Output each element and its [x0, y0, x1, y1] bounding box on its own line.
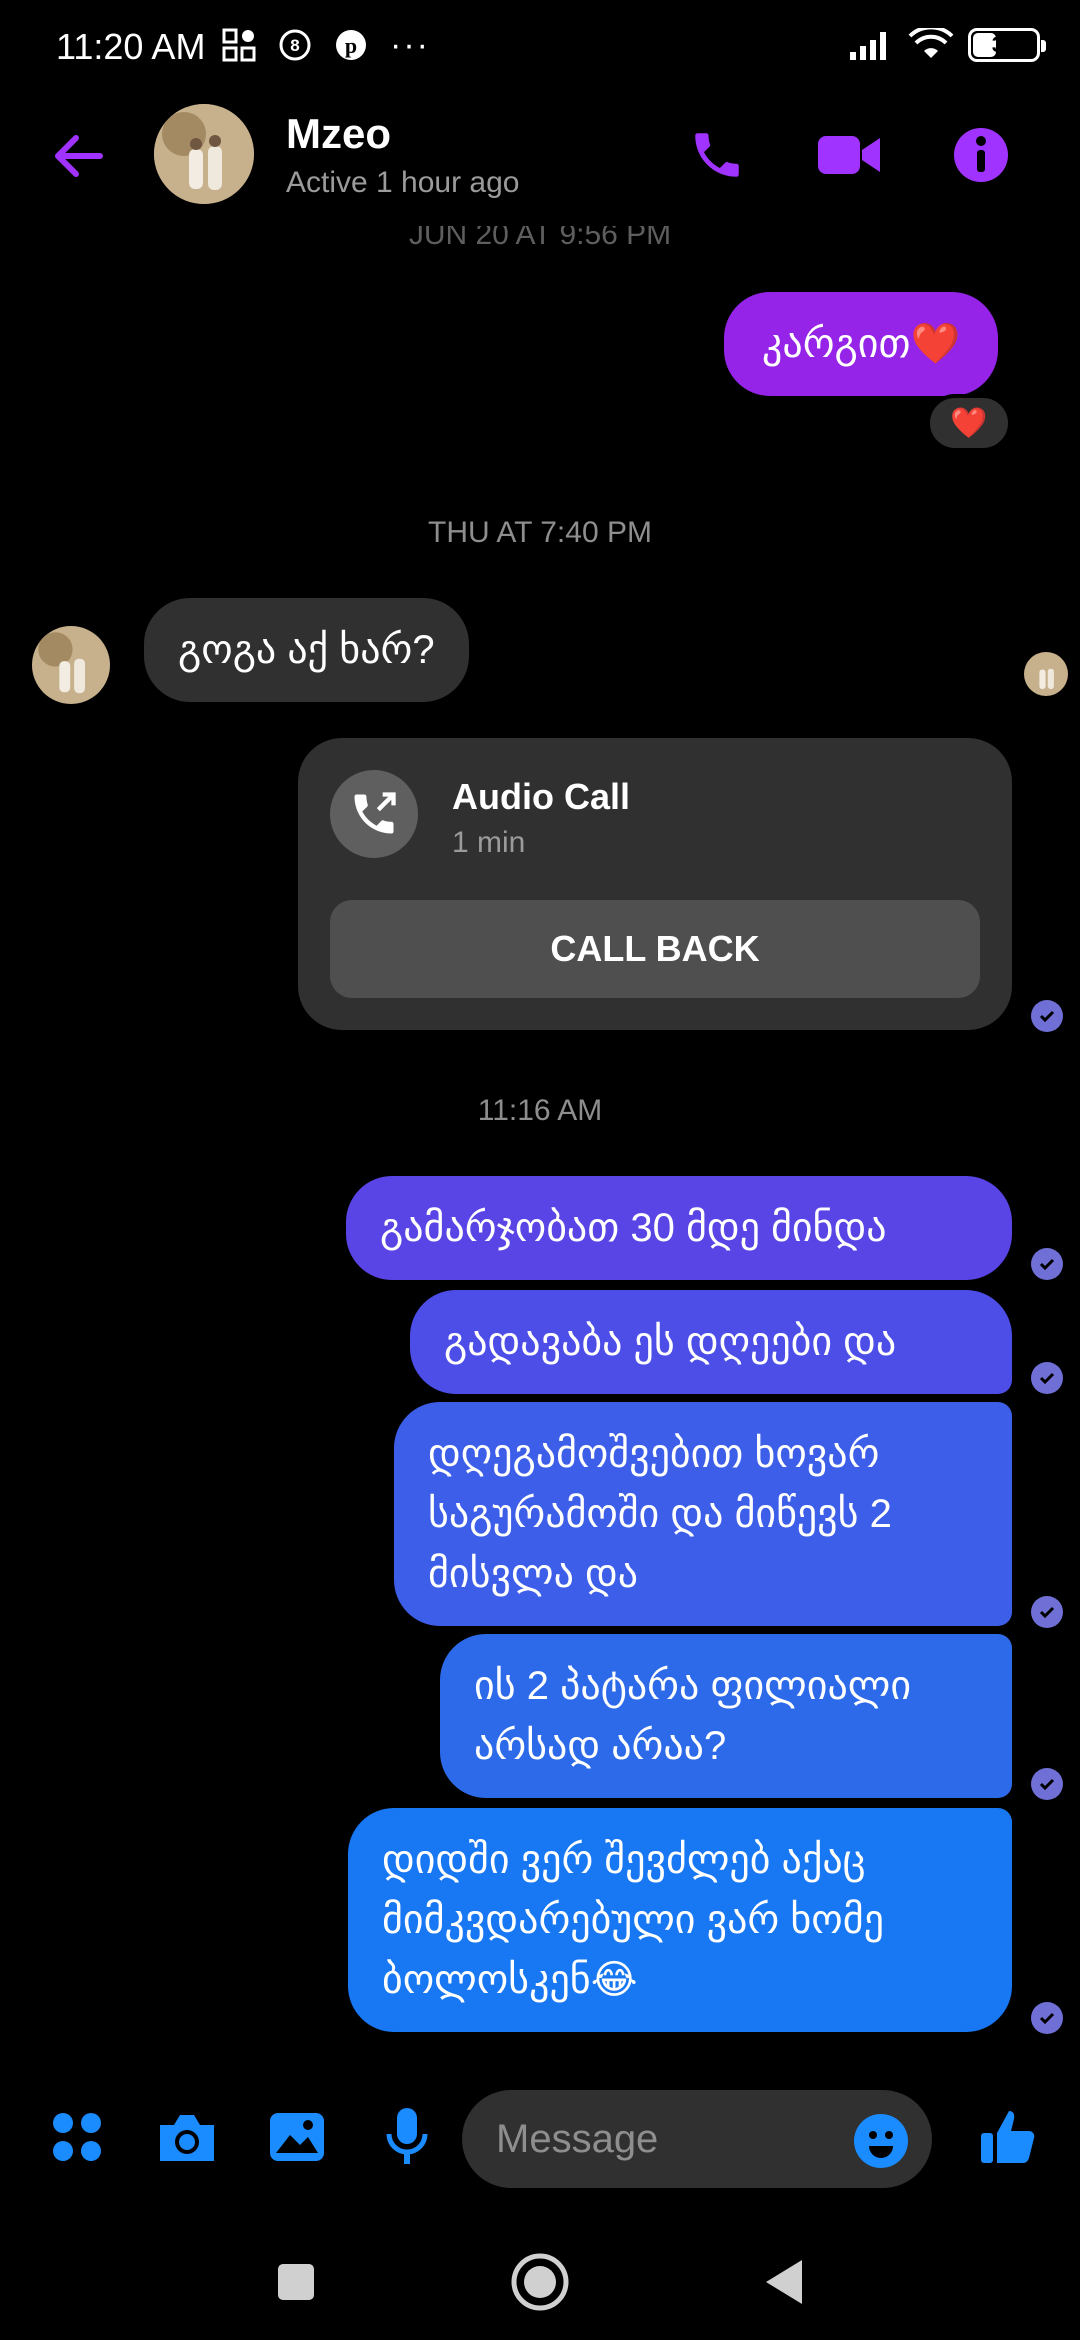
back-nav-button[interactable] [752, 2250, 816, 2314]
thumbs-up-icon [981, 2111, 1035, 2163]
camera-button[interactable] [154, 2104, 220, 2170]
outgoing-message[interactable]: დღეგამოშვებით ხოვარ საგურამოში და მიწევს… [394, 1402, 1012, 1626]
sent-check-icon [1031, 1768, 1063, 1800]
outgoing-message[interactable]: დიდში ვერ შევძლებ აქაც მიმკვდარებული ვარ… [348, 1808, 1012, 2032]
gallery-button[interactable] [264, 2104, 330, 2170]
status-system-icons: 37 [848, 28, 1046, 62]
chat-header: Mzeo Active 1 hour ago [0, 96, 1080, 226]
pinterest-icon: p [336, 30, 366, 60]
svg-text:p: p [345, 33, 357, 58]
status-notification-icons: 8 p ··· [222, 28, 430, 62]
image-icon [270, 2113, 324, 2161]
message-text-line: დღეგამოშვებით ხოვარ [428, 1432, 880, 1476]
phone-icon [695, 133, 739, 177]
audio-call-button[interactable] [682, 120, 752, 190]
message-text-line: მიმკვდარებული ვარ ხომე [382, 1898, 884, 1942]
call-outgoing-icon [330, 770, 418, 858]
sent-check-icon [1031, 1000, 1063, 1032]
call-back-button[interactable]: CALL BACK [330, 900, 980, 998]
four-dots-icon [53, 2113, 101, 2161]
outgoing-message[interactable]: ის 2 პატარა ფილიალი არსად არაა? [440, 1634, 1012, 1798]
message-composer [0, 2080, 1080, 2200]
more-actions-button[interactable] [44, 2104, 110, 2170]
sent-check-icon [1031, 1248, 1063, 1280]
square-icon [278, 2264, 314, 2300]
smiley-icon [855, 2115, 907, 2167]
contact-avatar[interactable] [154, 104, 254, 204]
message-text-line: საგურამოში და მიწევს 2 [428, 1492, 892, 1536]
more-dots-icon: ··· [390, 26, 430, 64]
avatar-photo-icon [154, 104, 254, 204]
message-text: კარგით❤️ [762, 322, 961, 366]
emoji-button[interactable] [854, 2114, 908, 2168]
avatar-photo-icon [1024, 652, 1068, 696]
outgoing-message[interactable]: კარგით❤️ [724, 292, 999, 396]
sent-check-icon [1031, 2002, 1063, 2034]
signal-icon [850, 32, 886, 60]
outgoing-message[interactable]: გამარჯობათ 30 მდე მინდა [346, 1176, 1012, 1280]
home-circle-icon [511, 2253, 569, 2311]
microphone-icon [386, 2108, 428, 2164]
status-bar: 11:20 AM 8 p ··· 37 [0, 0, 1080, 96]
contact-active-status: Active 1 hour ago [286, 166, 520, 199]
apps-grid-icon [222, 28, 256, 62]
system-nav-bar [0, 2220, 1080, 2340]
back-button[interactable] [48, 126, 108, 186]
message-text-line: ბოლოსკენ😂 [382, 1958, 638, 2002]
message-text: გადავაბა ეს დღეები და [444, 1320, 897, 1364]
video-camera-icon [818, 136, 880, 174]
status-time: 11:20 AM [56, 26, 206, 67]
outgoing-message[interactable]: გადავაბა ეს დღეები და [410, 1290, 1012, 1394]
recents-button[interactable] [264, 2250, 328, 2314]
info-icon [954, 128, 1008, 182]
voice-message-button[interactable] [374, 2104, 440, 2170]
sender-avatar[interactable] [32, 626, 110, 704]
sent-check-icon [1031, 1596, 1063, 1628]
message-reaction[interactable]: ❤️ [926, 394, 1012, 452]
message-text-line: არსად არაა? [474, 1724, 727, 1768]
call-duration: 1 min [452, 826, 526, 859]
arrow-left-icon [55, 135, 103, 177]
call-title: Audio Call [452, 776, 630, 817]
like-button[interactable] [974, 2104, 1040, 2170]
svg-text:8: 8 [290, 36, 299, 55]
number-8-icon: 8 [279, 29, 311, 61]
contact-name[interactable]: Mzeo [286, 110, 391, 158]
message-text-line: დიდში ვერ შევძლებ აქაც [382, 1838, 866, 1882]
timestamp-separator: THU AT 7:40 PM [428, 516, 652, 549]
message-text: გოგა აქ ხარ? [178, 628, 435, 672]
incoming-message[interactable]: გოგა აქ ხარ? [144, 598, 469, 702]
home-button[interactable] [508, 2250, 572, 2314]
message-text: გამარჯობათ 30 მდე მინდა [380, 1206, 887, 1250]
video-call-button[interactable] [814, 120, 884, 190]
avatar-photo-icon [32, 626, 110, 704]
sent-check-icon [1031, 1362, 1063, 1394]
reaction-emoji: ❤️ [950, 406, 988, 440]
triangle-back-icon [766, 2260, 802, 2304]
seen-avatar [1024, 652, 1068, 696]
battery-icon: 37 [968, 28, 1046, 62]
message-text-line: მისვლა და [428, 1552, 639, 1596]
wifi-icon [908, 28, 954, 58]
audio-call-card: Audio Call 1 min CALL BACK [298, 738, 1012, 1030]
camera-icon [160, 2115, 214, 2161]
battery-level: 37 [991, 32, 1017, 57]
message-text-line: ის 2 პატარა ფილიალი [474, 1664, 912, 1708]
timestamp-separator: 11:16 AM [477, 1094, 603, 1127]
info-button[interactable] [946, 120, 1016, 190]
